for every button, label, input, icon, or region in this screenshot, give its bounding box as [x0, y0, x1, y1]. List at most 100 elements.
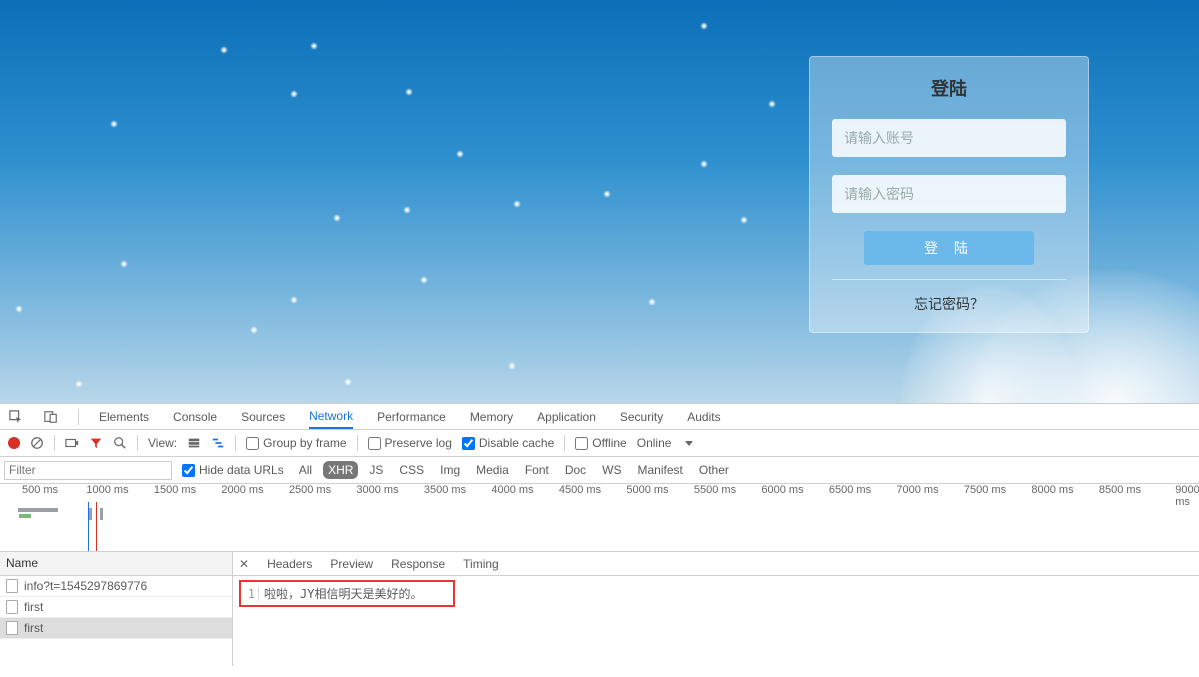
tab-elements[interactable]: Elements — [99, 404, 149, 429]
filter-type-manifest[interactable]: Manifest — [633, 461, 688, 479]
tab-network[interactable]: Network — [309, 404, 353, 429]
star-decoration — [603, 190, 611, 198]
throttling-select[interactable]: Online — [637, 436, 694, 450]
camera-icon[interactable] — [65, 436, 79, 450]
group-by-frame-checkbox[interactable]: Group by frame — [246, 436, 346, 450]
password-input[interactable] — [832, 175, 1066, 213]
filter-bar: Hide data URLs All XHR JS CSS Img Media Font Do… — [0, 457, 1199, 484]
tab-sources[interactable]: Sources — [241, 404, 285, 429]
timeline-tick: 4500 ms — [559, 484, 601, 496]
star-decoration — [120, 260, 128, 268]
tab-security[interactable]: Security — [620, 404, 663, 429]
chevron-down-icon — [685, 441, 693, 446]
timeline-bar — [19, 514, 31, 518]
preserve-log-checkbox[interactable]: Preserve log — [368, 436, 452, 450]
separator — [54, 435, 55, 451]
timeline[interactable]: 500 ms1000 ms1500 ms2000 ms2500 ms3000 m… — [0, 484, 1199, 552]
request-name: first — [24, 621, 43, 635]
view-label: View: — [148, 436, 177, 450]
network-body: Name info?t=1545297869776 first first ✕ He… — [0, 552, 1199, 666]
search-icon[interactable] — [113, 436, 127, 450]
clear-icon[interactable] — [30, 436, 44, 450]
separator — [564, 435, 565, 451]
response-body[interactable]: 啦啦，JY相信明天是美好的。 — [264, 585, 422, 602]
response-highlight: 1 啦啦，JY相信明天是美好的。 — [239, 580, 455, 607]
waterfall-icon[interactable] — [211, 436, 225, 450]
star-decoration — [700, 160, 708, 168]
filter-type-media[interactable]: Media — [471, 461, 514, 479]
tab-console[interactable]: Console — [173, 404, 217, 429]
request-list: Name info?t=1545297869776 first first — [0, 552, 233, 666]
tab-application[interactable]: Application — [537, 404, 596, 429]
timeline-tick: 5000 ms — [626, 484, 668, 496]
star-decoration — [290, 90, 298, 98]
request-name: info?t=1545297869776 — [24, 579, 147, 593]
timeline-tick: 2500 ms — [289, 484, 331, 496]
inspect-icon[interactable] — [8, 409, 23, 424]
detail-tab-headers[interactable]: Headers — [267, 557, 312, 571]
filter-type-js[interactable]: JS — [364, 461, 388, 479]
timeline-tick: 7500 ms — [964, 484, 1006, 496]
disable-cache-checkbox[interactable]: Disable cache — [462, 436, 554, 450]
star-decoration — [310, 42, 318, 50]
tab-performance[interactable]: Performance — [377, 404, 446, 429]
request-name: first — [24, 600, 43, 614]
star-decoration — [648, 298, 656, 306]
timeline-tick: 8000 ms — [1031, 484, 1073, 496]
filter-type-all[interactable]: All — [294, 461, 317, 479]
star-decoration — [508, 362, 516, 370]
timeline-tick: 6000 ms — [761, 484, 803, 496]
detail-tab-timing[interactable]: Timing — [463, 557, 499, 571]
tab-memory[interactable]: Memory — [470, 404, 513, 429]
tab-audits[interactable]: Audits — [687, 404, 720, 429]
forgot-password-link[interactable]: 忘记密码？ — [832, 294, 1066, 314]
star-decoration — [513, 200, 521, 208]
record-button[interactable] — [8, 437, 20, 449]
network-toolbar: View: Group by frame Preserve log Disabl… — [0, 430, 1199, 457]
detail-tab-preview[interactable]: Preview — [330, 557, 373, 571]
detail-tabs: ✕ Headers Preview Response Timing — [233, 552, 1199, 576]
device-toggle-icon[interactable] — [43, 409, 58, 424]
filter-type-other[interactable]: Other — [694, 461, 734, 479]
devtools-tabbar: Elements Console Sources Network Performance… — [0, 403, 1199, 430]
request-row[interactable]: info?t=1545297869776 — [0, 576, 232, 597]
request-list-header[interactable]: Name — [0, 552, 232, 576]
star-decoration — [456, 150, 464, 158]
star-decoration — [290, 296, 298, 304]
filter-icon[interactable] — [89, 436, 103, 450]
request-row[interactable]: first — [0, 597, 232, 618]
separator — [235, 435, 236, 451]
hide-data-urls-checkbox[interactable]: Hide data URLs — [182, 463, 284, 477]
filter-type-css[interactable]: CSS — [394, 461, 429, 479]
file-icon — [6, 579, 18, 593]
timeline-bar — [89, 508, 92, 520]
username-input[interactable] — [832, 119, 1066, 157]
star-decoration — [420, 276, 428, 284]
timeline-tick: 2000 ms — [221, 484, 263, 496]
large-rows-icon[interactable] — [187, 436, 201, 450]
login-button[interactable]: 登 陆 — [864, 231, 1034, 265]
filter-type-img[interactable]: Img — [435, 461, 465, 479]
filter-type-ws[interactable]: WS — [597, 461, 626, 479]
close-icon[interactable]: ✕ — [239, 557, 249, 571]
filter-type-doc[interactable]: Doc — [560, 461, 591, 479]
timeline-tick: 6500 ms — [829, 484, 871, 496]
star-decoration — [250, 326, 258, 334]
star-decoration — [740, 216, 748, 224]
star-decoration — [344, 378, 352, 386]
star-decoration — [700, 22, 708, 30]
star-decoration — [405, 88, 413, 96]
timeline-tick: 500 ms — [22, 484, 58, 496]
filter-type-font[interactable]: Font — [520, 461, 554, 479]
star-decoration — [15, 305, 23, 313]
filter-type-xhr[interactable]: XHR — [323, 461, 358, 479]
line-number: 1 — [245, 587, 259, 601]
timeline-bar — [100, 508, 103, 520]
filter-input[interactable] — [4, 461, 172, 480]
detail-tab-response[interactable]: Response — [391, 557, 445, 571]
separator — [357, 435, 358, 451]
file-icon — [6, 600, 18, 614]
offline-checkbox[interactable]: Offline — [575, 436, 626, 450]
login-card: 登陆 登 陆 忘记密码？ — [809, 56, 1089, 333]
request-row[interactable]: first — [0, 618, 232, 639]
